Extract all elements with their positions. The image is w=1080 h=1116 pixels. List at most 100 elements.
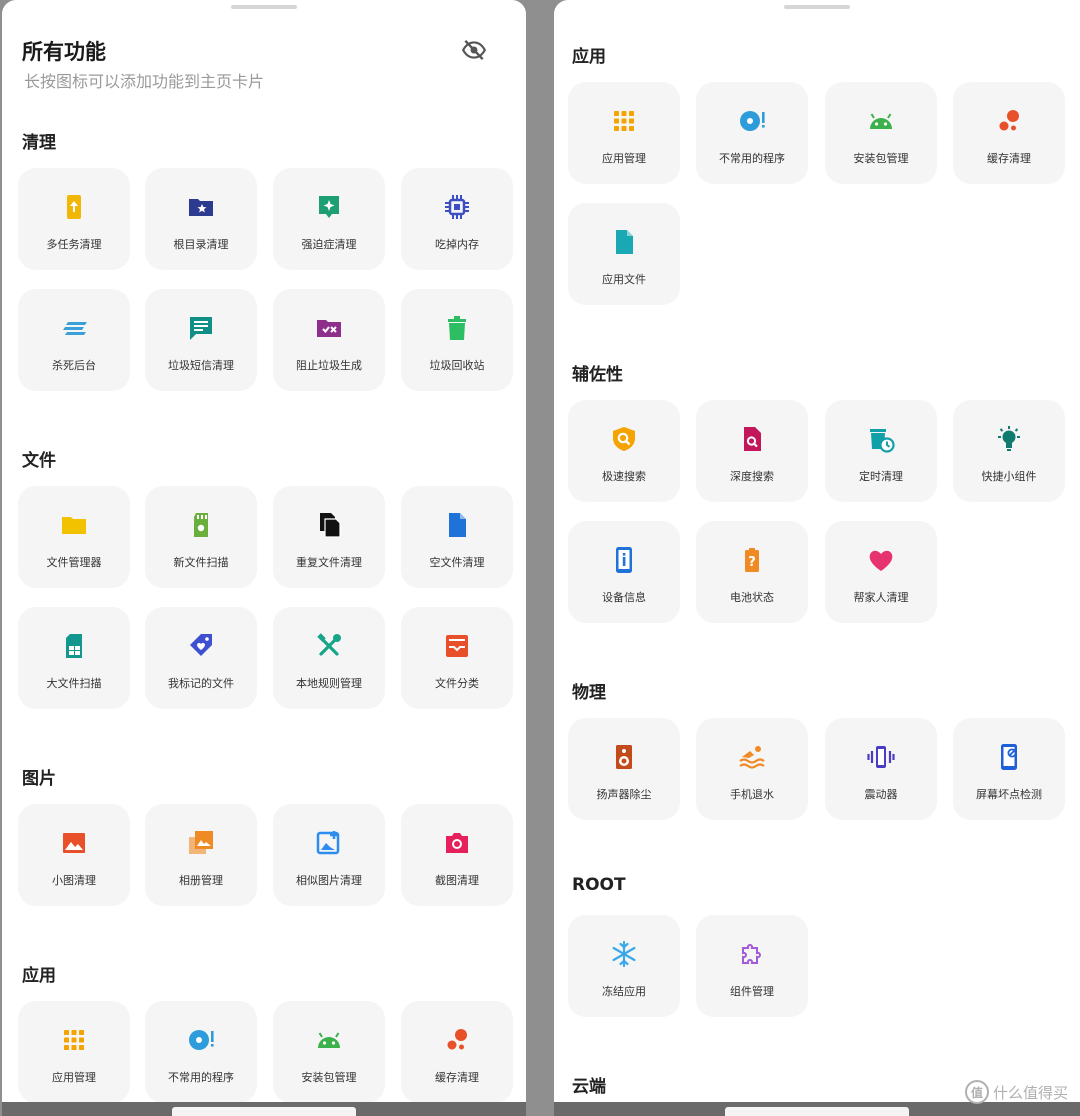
- phone-info-icon: [609, 545, 639, 575]
- feature-label: 强迫症清理: [301, 238, 357, 251]
- feature-tile[interactable]: 大文件扫描: [18, 607, 130, 709]
- inbox-icon: [442, 631, 472, 661]
- feature-tile[interactable]: 冻结应用: [568, 915, 680, 1017]
- feature-tile[interactable]: 安装包管理: [825, 82, 937, 184]
- drag-handle[interactable]: [231, 5, 297, 9]
- bulb-icon: [994, 424, 1024, 454]
- feature-tile[interactable]: ? 电池状态: [696, 521, 808, 623]
- feature-tile[interactable]: 应用文件: [568, 203, 680, 305]
- feature-label: 文件管理器: [46, 556, 102, 569]
- feature-label: 空文件清理: [429, 556, 485, 569]
- feature-tile[interactable]: 我标记的文件: [145, 607, 257, 709]
- feature-tile[interactable]: 应用管理: [18, 1001, 130, 1103]
- all-features-panel-right: 应用 应用管理 不常用的程序 安装包管理 缓存清理 应用文件 辅佐性 极速搜索 深度搜索 定时清理…: [554, 0, 1080, 1116]
- feature-tile[interactable]: 缓存清理: [401, 1001, 513, 1103]
- snowflake-icon: [609, 939, 639, 969]
- feature-tile[interactable]: 不常用的程序: [145, 1001, 257, 1103]
- feature-label: 不常用的程序: [168, 1071, 234, 1084]
- feature-tile[interactable]: 小图清理: [18, 804, 130, 906]
- section-title: 图片: [22, 769, 56, 789]
- shield-search-icon: [609, 424, 639, 454]
- feature-label: 截图清理: [435, 874, 479, 887]
- image-plus-icon: [314, 828, 344, 858]
- bubbles-icon: [442, 1025, 472, 1055]
- feature-tile[interactable]: 深度搜索: [696, 400, 808, 502]
- feature-tile[interactable]: 应用管理: [568, 82, 680, 184]
- feature-tile[interactable]: 截图清理: [401, 804, 513, 906]
- feature-label: 垃圾回收站: [429, 359, 485, 372]
- feature-label: 深度搜索: [730, 470, 774, 483]
- tag-heart-icon: [186, 631, 216, 661]
- feature-label: 应用管理: [52, 1071, 96, 1084]
- feature-tile[interactable]: 多任务清理: [18, 168, 130, 270]
- home-indicator[interactable]: [725, 1107, 909, 1116]
- feature-tile[interactable]: 设备信息: [568, 521, 680, 623]
- feature-tile[interactable]: 极速搜索: [568, 400, 680, 502]
- feature-tile[interactable]: 相册管理: [145, 804, 257, 906]
- feature-tile[interactable]: 震动器: [825, 718, 937, 820]
- image-icon: [59, 828, 89, 858]
- feature-label: 我标记的文件: [168, 677, 234, 690]
- feature-tile[interactable]: 垃圾短信清理: [145, 289, 257, 391]
- feature-tile[interactable]: 组件管理: [696, 915, 808, 1017]
- feature-tile[interactable]: 重复文件清理: [273, 486, 385, 588]
- file-icon: [609, 227, 639, 257]
- feature-label: 阻止垃圾生成: [296, 359, 362, 372]
- feature-tile[interactable]: 不常用的程序: [696, 82, 808, 184]
- home-indicator[interactable]: [172, 1107, 356, 1116]
- heart-icon: [866, 545, 896, 575]
- section-title: 云端: [572, 1077, 606, 1097]
- feature-tile[interactable]: 新文件扫描: [145, 486, 257, 588]
- feature-tile[interactable]: 定时清理: [825, 400, 937, 502]
- feature-label: 相似图片清理: [296, 874, 362, 887]
- feature-tile[interactable]: 快捷小组件: [953, 400, 1065, 502]
- drag-handle[interactable]: [784, 5, 850, 9]
- gallery-icon: [186, 828, 216, 858]
- feature-tile[interactable]: 屏幕坏点检测: [953, 718, 1065, 820]
- feature-label: 重复文件清理: [296, 556, 362, 569]
- feature-tile[interactable]: 垃圾回收站: [401, 289, 513, 391]
- feature-tile[interactable]: 文件分类: [401, 607, 513, 709]
- page-title: 所有功能: [22, 40, 106, 64]
- feature-tile[interactable]: 缓存清理: [953, 82, 1065, 184]
- feature-tile[interactable]: 本地规则管理: [273, 607, 385, 709]
- feature-label: 吃掉内存: [435, 238, 479, 251]
- feature-tile[interactable]: 帮家人清理: [825, 521, 937, 623]
- folder-block-icon: [314, 313, 344, 343]
- feature-label: 手机退水: [730, 788, 774, 801]
- feature-tile[interactable]: 阻止垃圾生成: [273, 289, 385, 391]
- section-title: 清理: [22, 133, 56, 153]
- feature-label: 相册管理: [179, 874, 223, 887]
- android-icon: [314, 1025, 344, 1055]
- feature-tile[interactable]: 手机退水: [696, 718, 808, 820]
- eye-off-icon[interactable]: [458, 36, 490, 64]
- speaker-icon: [609, 742, 639, 772]
- feature-label: 根目录清理: [173, 238, 229, 251]
- puzzle-icon: [737, 939, 767, 969]
- folder-icon: [59, 510, 89, 540]
- sd-card-icon: [186, 510, 216, 540]
- feature-tile[interactable]: 文件管理器: [18, 486, 130, 588]
- feature-tile[interactable]: 安装包管理: [273, 1001, 385, 1103]
- feature-label: 缓存清理: [987, 152, 1031, 165]
- feature-label: 安装包管理: [853, 152, 909, 165]
- feature-label: 设备信息: [602, 591, 646, 604]
- feature-tile[interactable]: 相似图片清理: [273, 804, 385, 906]
- feature-tile[interactable]: 强迫症清理: [273, 168, 385, 270]
- feature-label: 应用管理: [602, 152, 646, 165]
- grid-icon: [609, 106, 639, 136]
- feature-label: 多任务清理: [46, 238, 102, 251]
- feature-label: 定时清理: [859, 470, 903, 483]
- feature-tile[interactable]: 吃掉内存: [401, 168, 513, 270]
- message-icon: [186, 313, 216, 343]
- section-title: 应用: [22, 966, 56, 986]
- phone-scan-icon: [994, 742, 1024, 772]
- feature-tile[interactable]: 扬声器除尘: [568, 718, 680, 820]
- feature-tile[interactable]: 根目录清理: [145, 168, 257, 270]
- section-title: ROOT: [572, 875, 626, 895]
- feature-tile[interactable]: 空文件清理: [401, 486, 513, 588]
- copy-file-icon: [314, 510, 344, 540]
- feature-label: 电池状态: [730, 591, 774, 604]
- feature-tile[interactable]: 杀死后台: [18, 289, 130, 391]
- android-icon: [866, 106, 896, 136]
